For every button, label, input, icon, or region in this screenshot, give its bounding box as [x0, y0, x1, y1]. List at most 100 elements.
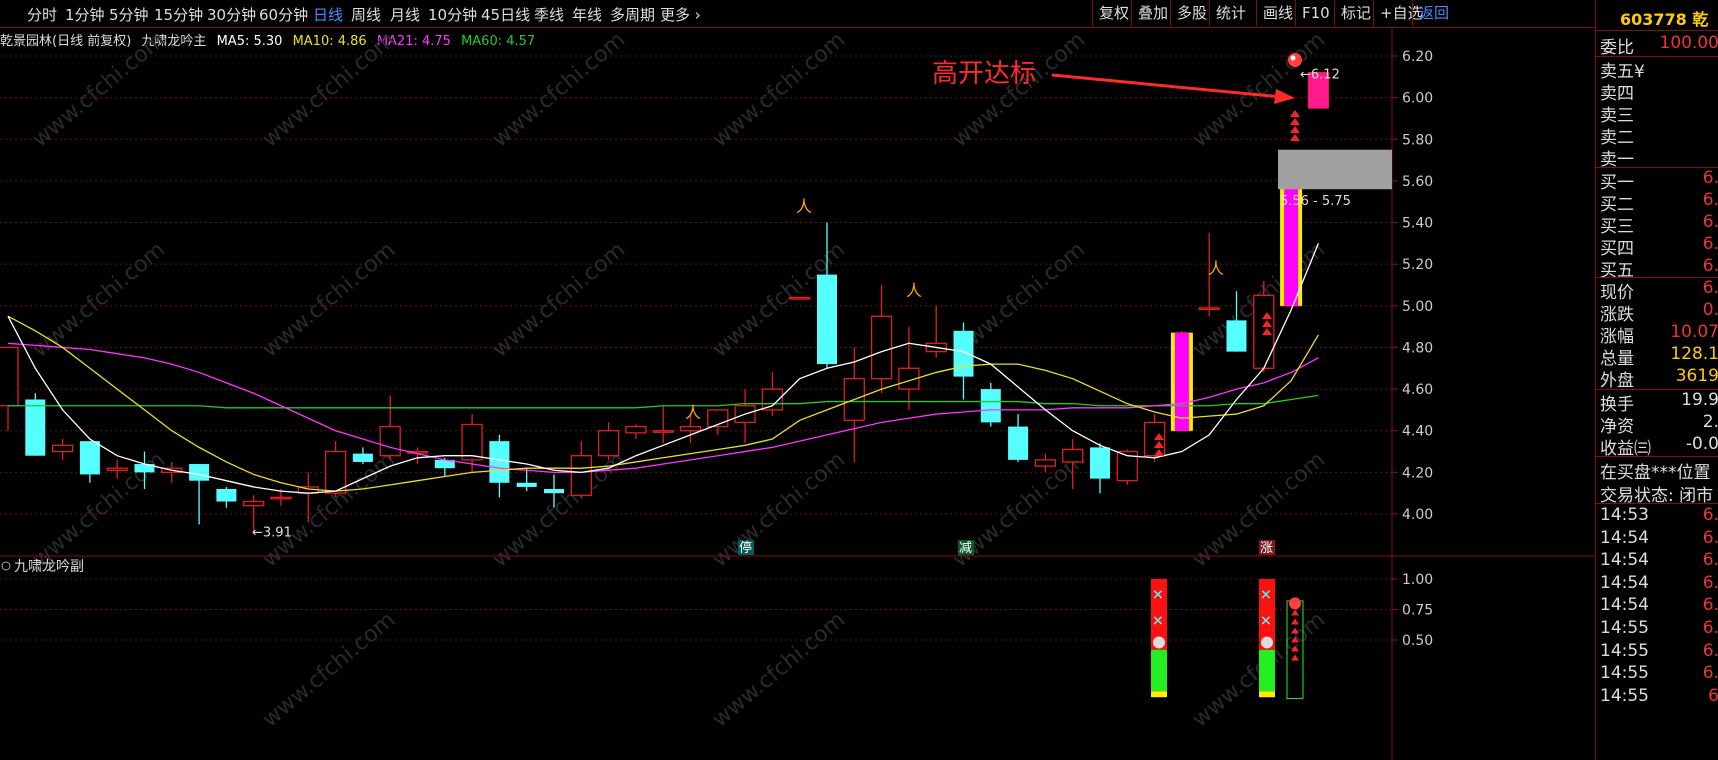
candle-body[interactable]	[1198, 307, 1220, 311]
candle-body[interactable]	[461, 423, 483, 461]
candle-body[interactable]	[270, 496, 292, 500]
candle-body[interactable]	[243, 500, 265, 507]
period-tab[interactable]: 45日线	[481, 4, 530, 25]
period-tab[interactable]: 分时	[27, 4, 57, 25]
candle-body[interactable]	[1090, 447, 1110, 479]
watermark-text: www.cfchi.com	[708, 607, 850, 732]
period-tab[interactable]: 1分钟	[65, 4, 105, 25]
quote-row: 14:54 6.	[1596, 550, 1718, 572]
candle-body[interactable]	[216, 489, 237, 502]
trade-status-label: 在买盘***位置	[1600, 463, 1711, 480]
stat-label: 涨跌	[1600, 305, 1634, 322]
y-tick-label: 4.60	[1402, 382, 1433, 398]
quote-row: 买三 6.	[1596, 212, 1718, 234]
y-tick-label: 5.60	[1402, 174, 1433, 190]
candle-body[interactable]	[106, 467, 128, 471]
buy-level-label: 买三	[1600, 217, 1634, 234]
period-tab[interactable]: 30分钟	[207, 4, 256, 25]
quote-row: 卖四	[1596, 79, 1718, 101]
candle-body[interactable]	[25, 399, 46, 456]
tick-price: 6.	[1702, 572, 1718, 593]
period-tab[interactable]: 5分钟	[109, 4, 149, 25]
collapse-icon[interactable]	[1, 561, 11, 571]
quote-row: 14:54 6.	[1596, 595, 1718, 617]
period-tab[interactable]: 更多 ›	[660, 4, 701, 25]
period-tab[interactable]: 日线	[313, 4, 343, 25]
candle-body[interactable]	[1062, 448, 1084, 463]
candle-body[interactable]	[870, 315, 893, 380]
quote-row: 买二 6.	[1596, 190, 1718, 212]
quote-row: 收益㈢ -0.0	[1596, 434, 1718, 456]
candle-body[interactable]	[189, 464, 210, 481]
stat-value: 6.	[1702, 278, 1718, 298]
quote-row: 卖五¥	[1596, 57, 1718, 79]
buy-level-price: 6.	[1702, 212, 1718, 232]
candle-body[interactable]	[1008, 426, 1029, 460]
sub-bar-yellow	[1259, 691, 1275, 698]
candle-body[interactable]	[1034, 459, 1057, 467]
period-tab[interactable]: 季线	[534, 4, 564, 25]
period-tab[interactable]: 月线	[390, 4, 420, 25]
toolbar-button[interactable]: 画线	[1256, 0, 1299, 26]
toolbar-button[interactable]: 复权	[1092, 0, 1135, 26]
period-tab[interactable]: 多周期	[610, 4, 655, 25]
candle-body[interactable]	[324, 450, 347, 494]
candle-body[interactable]	[0, 346, 19, 407]
quote-row: 换手 19.9	[1596, 390, 1718, 412]
toolbar-button[interactable]: 统计	[1209, 0, 1252, 26]
candle-body[interactable]	[980, 389, 1001, 423]
buy-arrow-icon	[1290, 110, 1300, 117]
candle-body[interactable]	[817, 274, 837, 365]
candle-body[interactable]	[352, 453, 373, 462]
period-tab[interactable]: 年线	[572, 4, 602, 25]
candle-body[interactable]	[79, 441, 100, 475]
candle-body[interactable]	[516, 482, 537, 487]
candle-body[interactable]	[652, 430, 674, 433]
stat-label: 总量	[1600, 349, 1634, 366]
quote-row: 卖二	[1596, 123, 1718, 145]
toolbar-button[interactable]: 叠加	[1131, 0, 1174, 26]
quote-row: 在买盘***位置	[1596, 458, 1718, 480]
quote-row: 14:54 6.	[1596, 528, 1718, 550]
candle-body[interactable]	[625, 425, 647, 434]
toolbar-button[interactable]: 标记	[1334, 0, 1377, 26]
candle-body[interactable]	[544, 489, 564, 494]
tick-price: 6.	[1702, 663, 1718, 684]
stat-label: 现价	[1600, 283, 1634, 300]
kline-chart[interactable]: www.cfchi.com www.cfchi.com www.cfchi.com w…	[0, 28, 1595, 760]
divider	[1596, 30, 1718, 31]
candle-body[interactable]	[1226, 320, 1247, 352]
candle-body[interactable]	[679, 425, 702, 432]
watermark-text: www.cfchi.com	[708, 28, 850, 153]
candle-body[interactable]	[1253, 294, 1275, 369]
toolbar-button[interactable]: 多股	[1170, 0, 1213, 26]
candle-body[interactable]	[570, 455, 592, 496]
buy-level-label: 买五	[1600, 261, 1634, 278]
quote-row: 14:55 6	[1596, 686, 1718, 708]
period-tab[interactable]: 10分钟	[428, 4, 477, 25]
quote-row: 14:55 6.	[1596, 663, 1718, 685]
candle-body[interactable]	[597, 430, 620, 457]
stat-value: 128.1	[1670, 344, 1718, 364]
quote-row: 交易状态: 闭市	[1596, 481, 1718, 503]
candle-body[interactable]	[51, 444, 74, 453]
weibi-label: 委比	[1600, 38, 1634, 55]
quote-row: 14:55 6.	[1596, 641, 1718, 663]
candle-body[interactable]	[379, 425, 401, 457]
candle-body[interactable]	[489, 441, 510, 483]
toolbar-button[interactable]: F10	[1295, 0, 1336, 26]
coin-icon	[1153, 636, 1165, 649]
period-tab[interactable]: 周线	[351, 4, 381, 25]
stat-label: 换手	[1600, 395, 1634, 412]
y-tick-label: 5.40	[1402, 216, 1433, 232]
toolbar-button[interactable]: 返回	[1412, 0, 1455, 26]
sub-y-tick-label: 1.00	[1402, 572, 1433, 588]
sub-y-tick-label: 0.75	[1402, 603, 1433, 619]
candle-body[interactable]	[789, 296, 811, 300]
sub-panel-title: 九啸龙吟副	[14, 559, 84, 575]
tick-price: 6.	[1702, 595, 1718, 616]
period-tab[interactable]: 15分钟	[154, 4, 203, 25]
tick-price: 6.	[1702, 618, 1718, 638]
period-tab[interactable]: 60分钟	[259, 4, 308, 25]
candle-body[interactable]	[953, 330, 974, 377]
